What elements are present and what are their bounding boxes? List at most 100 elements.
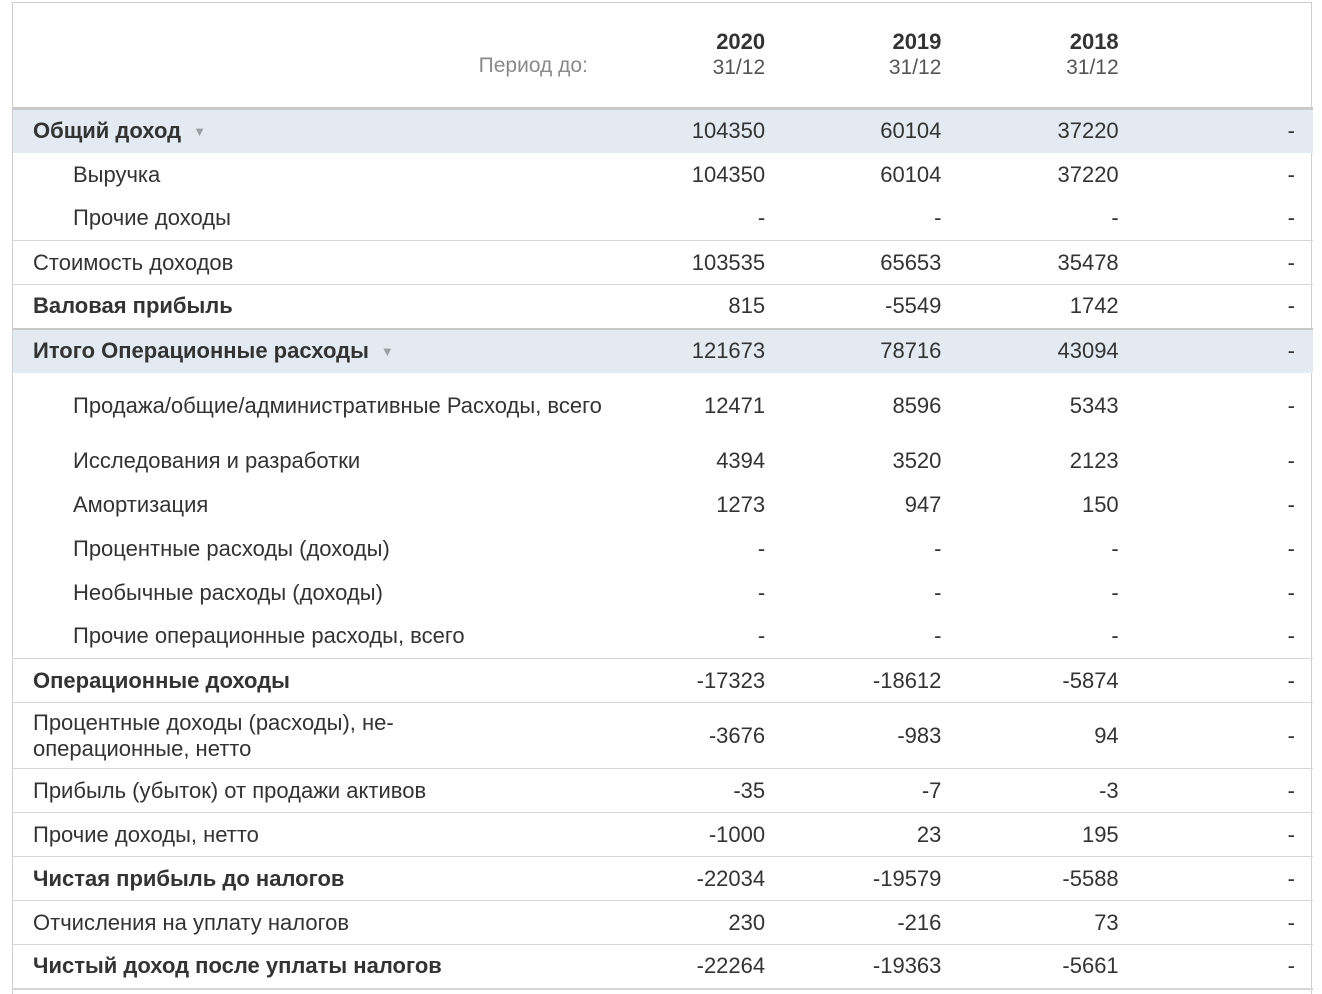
cell-value: -216 xyxy=(767,900,944,945)
cell-value: - xyxy=(1120,327,1313,373)
cell-value: 60104 xyxy=(880,161,942,187)
cell-value: -22264 xyxy=(607,944,768,990)
row-label: Чистый доход после уплаты налогов xyxy=(13,944,608,990)
cell-value: - xyxy=(1120,768,1313,813)
cell-value: 150 xyxy=(1081,491,1119,517)
cell-value: -5874 xyxy=(943,658,1121,703)
row-label: Необычные расходы (доходы) xyxy=(73,579,383,605)
table-row: Процентные доходы (расходы), не-операцио… xyxy=(13,702,1313,769)
chevron-down-icon[interactable]: ▼ xyxy=(381,339,394,365)
cell-value: 2123 xyxy=(1069,447,1119,473)
row-label: Процентные доходы (расходы), не-операцио… xyxy=(13,702,608,769)
cell-value: 104350 xyxy=(691,161,766,187)
cell-value: - xyxy=(1120,944,1313,990)
column-header-2019: 2019 31/12 xyxy=(767,3,944,110)
cell-value: 35478 xyxy=(943,240,1121,285)
cell-value: 73 xyxy=(943,900,1121,945)
date-label: 31/12 xyxy=(712,56,766,79)
table-row: Операционные доходы -17323 -18612 -5874 … xyxy=(13,658,1313,703)
cell-value: 4394 xyxy=(716,447,766,473)
cell-value: 230 xyxy=(607,900,768,945)
cell-value: - xyxy=(1120,900,1313,945)
cell-value: - xyxy=(1120,196,1313,241)
row-label: Стоимость доходов xyxy=(13,240,608,285)
cell-value: - xyxy=(1120,614,1313,659)
row-label: Чистая прибыль до налогов xyxy=(13,856,608,901)
header-row: Период до: 2020 31/12 2019 31/12 2018 31… xyxy=(13,3,1313,110)
year-label: 2018 xyxy=(1069,29,1119,54)
cell-value: - xyxy=(934,579,942,605)
row-label: Исследования и разработки xyxy=(73,447,361,473)
table-row: Прибыль (убыток) от продажи активов -35 … xyxy=(13,768,1313,813)
table-row: Процентные расходы (доходы) - - - - xyxy=(13,527,1313,571)
cell-value: -3 xyxy=(943,768,1121,813)
row-label: Выручка xyxy=(73,161,161,187)
cell-value: - xyxy=(767,614,944,659)
cell-value: - xyxy=(1287,491,1295,517)
table-row: Отчисления на уплату налогов 230 -216 73… xyxy=(13,900,1313,945)
cell-value: 12471 xyxy=(703,392,766,418)
date-label: 31/12 xyxy=(888,56,942,79)
table-row-total-operating-expenses[interactable]: Итого Операционные расходы ▼ 121673 78716… xyxy=(13,327,1313,373)
cell-value: - xyxy=(757,579,766,605)
cell-value: -18612 xyxy=(767,658,944,703)
cell-value: -3676 xyxy=(607,702,768,769)
cell-value: 8596 xyxy=(892,392,942,418)
cell-value: 121673 xyxy=(607,327,768,373)
cell-value: 5343 xyxy=(1069,392,1119,418)
table-row: Чистый доход после уплаты налогов -22264… xyxy=(13,944,1313,990)
cell-value: -1000 xyxy=(607,812,768,857)
cell-value: - xyxy=(1287,392,1295,418)
row-label: Операционные доходы xyxy=(13,658,608,703)
cell-value: - xyxy=(943,614,1121,659)
cell-value: - xyxy=(1120,658,1313,703)
column-header-2018: 2018 31/12 xyxy=(943,3,1121,110)
cell-value: 37220 xyxy=(1057,161,1119,187)
row-label: Прочие доходы xyxy=(13,196,608,241)
cell-value: -19363 xyxy=(767,944,944,990)
table-row: Стоимость доходов 103535 65653 35478 - xyxy=(13,240,1313,285)
cell-value: - xyxy=(1120,812,1313,857)
cell-value: -7 xyxy=(767,768,944,813)
row-label: Отчисления на уплату налогов xyxy=(13,900,608,945)
cell-value: 3520 xyxy=(892,447,942,473)
cell-value: -22034 xyxy=(607,856,768,901)
table-row: Исследования и разработки 4394 3520 2123… xyxy=(13,439,1313,483)
cell-value: 947 xyxy=(904,491,942,517)
cell-value: - xyxy=(943,196,1121,241)
cell-value: - xyxy=(1287,535,1295,561)
cell-value: 37220 xyxy=(943,108,1121,153)
cell-value: - xyxy=(1111,579,1119,605)
row-label: Валовая прибыль xyxy=(33,293,233,319)
cell-value: - xyxy=(1120,702,1313,769)
table-row: Прочие доходы - - - - xyxy=(13,196,1313,241)
row-label[interactable]: Общий доход ▼ xyxy=(13,108,608,153)
row-label[interactable]: Итого Операционные расходы ▼ xyxy=(13,327,608,373)
cell-value: 94 xyxy=(943,702,1121,769)
cell-value: 195 xyxy=(943,812,1121,857)
row-label: Амортизация xyxy=(73,491,209,517)
table-row: Прочие доходы, нетто -1000 23 195 - xyxy=(13,812,1313,857)
row-label: Прочие доходы, нетто xyxy=(13,812,608,857)
table-row: Выручка 104350 60104 37220 - xyxy=(13,153,1313,197)
cell-value: 65653 xyxy=(767,240,944,285)
cell-value: - xyxy=(1287,293,1295,319)
cell-value: 104350 xyxy=(607,108,768,153)
cell-value: - xyxy=(1120,108,1313,153)
cell-value: -17323 xyxy=(607,658,768,703)
cell-value: - xyxy=(1111,535,1119,561)
table-row: Валовая прибыль 815 -5549 1742 - xyxy=(13,285,1313,329)
cell-value: 43094 xyxy=(943,327,1121,373)
cell-value: - xyxy=(767,196,944,241)
cell-value: - xyxy=(1287,579,1295,605)
table-row: Необычные расходы (доходы) - - - - xyxy=(13,571,1313,615)
table-row: Продажа/общие/административные Расходы, … xyxy=(13,373,1313,439)
table-row-total-revenue[interactable]: Общий доход ▼ 104350 60104 37220 - xyxy=(13,108,1313,153)
table-row: Прочие операционные расходы, всего - - -… xyxy=(13,614,1313,659)
table-row: Чистая прибыль до налогов -22034 -19579 … xyxy=(13,856,1313,901)
cell-value: -5549 xyxy=(885,293,942,319)
cell-value: 60104 xyxy=(767,108,944,153)
column-header-empty xyxy=(1120,3,1313,110)
row-label: Прочие операционные расходы, всего xyxy=(13,614,608,659)
chevron-down-icon[interactable]: ▼ xyxy=(193,119,206,145)
